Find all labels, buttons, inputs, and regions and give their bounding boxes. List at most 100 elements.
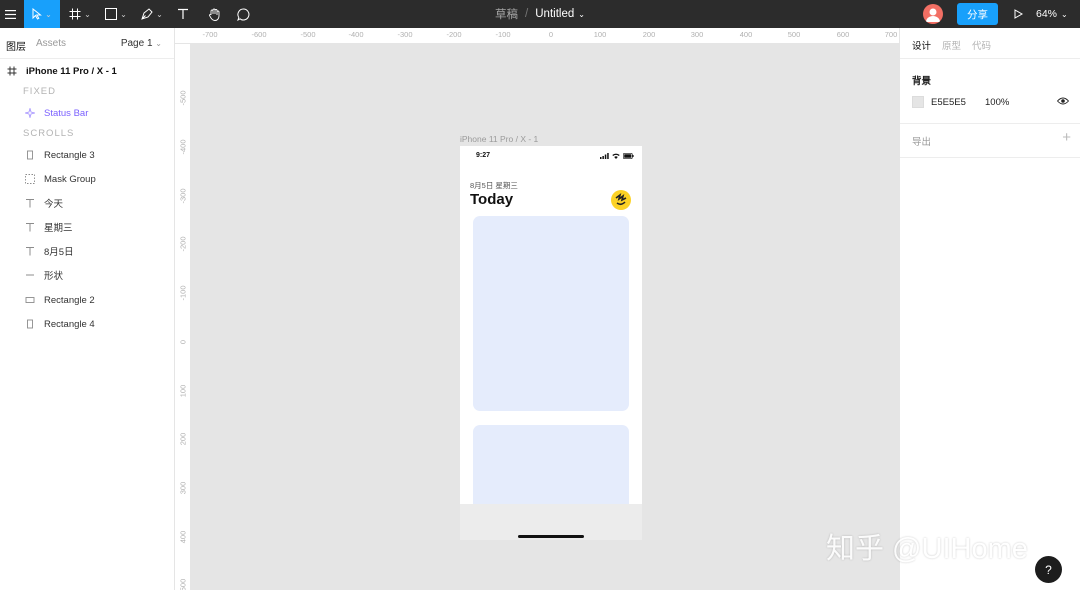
layer-text-weekday[interactable]: 星期三 bbox=[0, 215, 175, 239]
status-bar-time: 9:27 bbox=[476, 152, 491, 159]
add-export-button[interactable]: + bbox=[1062, 129, 1071, 146]
shape-tool-button[interactable]: ⌄ bbox=[100, 0, 132, 28]
present-button[interactable] bbox=[1010, 0, 1026, 28]
export-section: 导出 + bbox=[900, 124, 1080, 158]
share-button[interactable]: 分享 bbox=[957, 3, 998, 25]
hash-frame-icon bbox=[69, 8, 81, 20]
section-scrolls-label: SCROLLS bbox=[23, 128, 75, 139]
file-name[interactable]: Untitled bbox=[535, 8, 574, 20]
frame-tool-button[interactable]: ⌄ bbox=[64, 0, 96, 28]
ruler-tick-label: 100 bbox=[178, 384, 188, 398]
ruler-tick-label: 500 bbox=[178, 578, 188, 590]
text-icon bbox=[24, 197, 36, 209]
component-icon bbox=[24, 107, 36, 119]
card-rectangle-3 bbox=[473, 216, 629, 411]
layer-shape[interactable]: 形状 bbox=[0, 263, 175, 287]
layer-label: Rectangle 4 bbox=[44, 318, 95, 330]
ruler-tick-label: 400 bbox=[178, 530, 188, 544]
rectangle-icon bbox=[24, 318, 36, 330]
text-tool-button[interactable] bbox=[172, 0, 194, 28]
rectangle-icon bbox=[24, 294, 36, 306]
layer-text-date[interactable]: 8月5日 bbox=[0, 239, 175, 263]
ruler-tick-label: -300 bbox=[178, 188, 188, 204]
layer-text-today[interactable]: 今天 bbox=[0, 191, 175, 215]
hand-icon bbox=[208, 8, 219, 21]
date-line: 8月5日 星期三 bbox=[470, 181, 518, 190]
layers-panel: 图层 Assets Page 1 ⌄ iPhone 11 Pro / X - 1… bbox=[0, 28, 175, 590]
layer-frame-row[interactable]: iPhone 11 Pro / X - 1 bbox=[0, 59, 175, 83]
comment-tool-button[interactable] bbox=[232, 0, 254, 28]
tab-design[interactable]: 设计 bbox=[912, 38, 931, 52]
layer-frame-label: iPhone 11 Pro / X - 1 bbox=[26, 65, 117, 77]
mask-group-icon bbox=[24, 173, 36, 185]
layer-status-bar[interactable]: Status Bar bbox=[0, 101, 175, 125]
wifi-icon bbox=[612, 153, 620, 159]
background-section: 背景 E5E5E5 100% bbox=[900, 59, 1080, 124]
main-menu-button[interactable] bbox=[0, 0, 20, 28]
export-label: 导出 bbox=[912, 137, 932, 148]
vertical-ruler: -500 -400 -300 -200 -100 0 100 200 300 4… bbox=[175, 44, 191, 590]
text-icon bbox=[24, 221, 36, 233]
ruler-tick-label: -100 bbox=[495, 30, 511, 39]
tab-layers[interactable]: 图层 bbox=[6, 38, 26, 53]
pen-tool-button[interactable]: ⌄ bbox=[136, 0, 168, 28]
ruler-tick-label: 300 bbox=[690, 30, 704, 39]
play-icon bbox=[1014, 9, 1023, 19]
ruler-tick-label: 500 bbox=[787, 30, 801, 39]
layers-panel-tabs: 图层 Assets Page 1 ⌄ bbox=[0, 28, 174, 59]
comment-bubble-icon bbox=[236, 7, 249, 21]
ruler-tick-label: -400 bbox=[178, 139, 188, 155]
ruler-tick-label: 300 bbox=[178, 481, 188, 495]
ruler-tick-label: -500 bbox=[178, 90, 188, 106]
tab-prototype[interactable]: 原型 bbox=[942, 38, 961, 52]
zoom-control[interactable]: 64% ⌄ bbox=[1036, 0, 1068, 28]
layer-rectangle-3[interactable]: Rectangle 3 bbox=[0, 143, 175, 167]
square-shape-icon bbox=[105, 8, 118, 20]
pen-icon bbox=[141, 8, 153, 20]
zoom-label: 64% bbox=[1036, 8, 1058, 20]
move-tool-button[interactable]: ⌄ bbox=[24, 0, 60, 28]
ruler-tick-label: 100 bbox=[593, 30, 607, 39]
tab-assets[interactable]: Assets bbox=[36, 38, 66, 49]
layer-mask-group[interactable]: Mask Group bbox=[0, 167, 175, 191]
chevron-down-icon: ⌄ bbox=[84, 9, 91, 19]
layer-rectangle-4[interactable]: Rectangle 4 bbox=[0, 312, 175, 336]
iphone-frame[interactable]: 9:27 8月5日 星期三 Today bbox=[460, 146, 642, 540]
layer-label: Mask Group bbox=[44, 173, 96, 185]
section-fixed-label: FIXED bbox=[23, 86, 56, 97]
line-icon bbox=[24, 269, 36, 281]
layer-label: 8月5日 bbox=[44, 247, 74, 258]
text-T-icon bbox=[178, 8, 188, 19]
breadcrumb-drafts[interactable]: 草稿 bbox=[495, 6, 518, 22]
breadcrumb-separator: / bbox=[525, 8, 529, 20]
layer-rectangle-2[interactable]: Rectangle 2 bbox=[0, 288, 175, 312]
cursor-arrow-icon bbox=[32, 8, 43, 20]
chevron-down-icon: ⌄ bbox=[45, 9, 52, 19]
text-icon bbox=[24, 245, 36, 257]
chevron-down-icon: ⌄ bbox=[120, 9, 127, 19]
user-avatar[interactable] bbox=[923, 4, 943, 24]
horizontal-ruler: -700 -600 -500 -400 -300 -200 -100 0 100… bbox=[175, 28, 899, 44]
layer-label: Rectangle 3 bbox=[44, 149, 95, 161]
ruler-tick-label: 0 bbox=[178, 339, 188, 345]
hand-tool-button[interactable] bbox=[202, 0, 226, 28]
chevron-down-icon: ⌄ bbox=[156, 9, 163, 19]
frame-label[interactable]: iPhone 11 Pro / X - 1 bbox=[460, 134, 538, 144]
chevron-down-icon[interactable]: ⌄ bbox=[578, 10, 585, 19]
tab-code[interactable]: 代码 bbox=[972, 38, 991, 52]
ruler-tick-label: -600 bbox=[251, 30, 267, 39]
ruler-tick-label: -200 bbox=[446, 30, 462, 39]
help-button[interactable]: ? bbox=[1035, 556, 1062, 583]
background-opacity-input[interactable]: 100% bbox=[985, 97, 1009, 108]
top-toolbar: ⌄ ⌄ ⌄ ⌄ 草稿 / Untitled ⌄ 分享 64% ⌄ bbox=[0, 0, 1080, 28]
ruler-tick-label: 600 bbox=[836, 30, 850, 39]
ruler-tick-label: -100 bbox=[178, 285, 188, 301]
background-color-swatch[interactable] bbox=[912, 96, 924, 108]
background-hex-input[interactable]: E5E5E5 bbox=[931, 97, 966, 108]
chevron-down-icon: ⌄ bbox=[155, 39, 162, 48]
page-selector[interactable]: Page 1 ⌄ bbox=[121, 38, 162, 49]
today-heading: Today bbox=[470, 191, 514, 208]
layer-label: Status Bar bbox=[44, 107, 89, 119]
design-panel: 设计 原型 代码 背景 E5E5E5 100% 导出 + bbox=[899, 28, 1080, 590]
eye-icon[interactable] bbox=[1057, 96, 1069, 106]
